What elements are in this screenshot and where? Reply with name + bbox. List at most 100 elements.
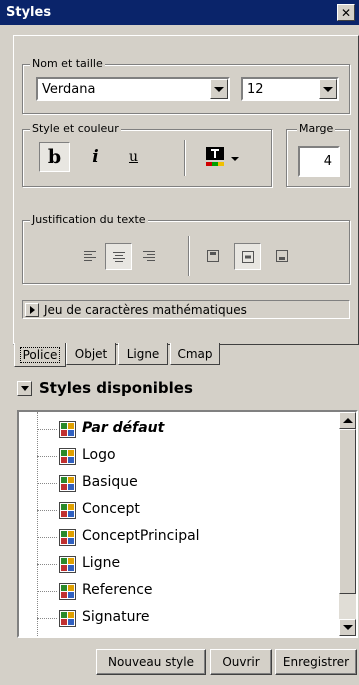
valign-top-button[interactable] <box>201 244 225 268</box>
chevron-down-icon <box>231 151 239 164</box>
save-button[interactable]: Enregistrer <box>275 649 357 675</box>
math-charset-expander[interactable]: Jeu de caractères mathématiques <box>22 300 350 319</box>
toolbar-separator <box>184 140 186 176</box>
styles-list[interactable]: Par défaut Logo Basique Concept ConceptPrinc… <box>17 410 358 638</box>
align-center-button[interactable] <box>105 243 132 270</box>
list-item[interactable]: Par défaut <box>19 416 341 443</box>
scroll-down-icon[interactable] <box>339 619 356 636</box>
margin-input[interactable]: 4 <box>298 146 340 177</box>
style-icon <box>59 421 76 438</box>
new-style-button[interactable]: Nouveau style <box>96 649 206 675</box>
tree-connector <box>37 537 57 538</box>
list-item[interactable]: Basique <box>19 470 341 497</box>
list-item[interactable]: Signature <box>19 605 341 632</box>
style-name: Concept <box>82 501 140 517</box>
list-item[interactable]: Concept <box>19 497 341 524</box>
tab-objet-label: Objet <box>74 346 108 361</box>
style-icon <box>59 475 76 492</box>
title-bar: Styles ✕ <box>0 0 359 25</box>
justify-separator <box>188 236 190 276</box>
tab-police-label: Police <box>19 346 61 363</box>
list-item[interactable]: Traduction <box>19 632 341 638</box>
bold-icon: b <box>47 146 62 168</box>
tree-connector <box>37 483 57 484</box>
tree-connector <box>37 564 57 565</box>
window-title: Styles <box>6 5 52 20</box>
style-name: Ligne <box>82 555 121 571</box>
tree-connector <box>37 456 57 457</box>
margin-group-legend: Marge <box>297 122 336 135</box>
margin-value: 4 <box>323 154 332 169</box>
align-center-icon <box>112 251 125 262</box>
valign-bottom-button[interactable] <box>270 244 294 268</box>
tree-connector <box>37 429 57 430</box>
valign-bottom-icon <box>276 250 288 262</box>
justify-group: Justification du texte <box>22 213 350 284</box>
font-name-value: Verdana <box>42 81 96 97</box>
bold-button[interactable]: b <box>39 142 70 172</box>
list-item[interactable]: Ligne <box>19 551 341 578</box>
text-color-button[interactable] <box>197 142 247 172</box>
tab-police[interactable]: Police <box>14 343 66 367</box>
style-icon <box>59 583 76 600</box>
text-color-icon <box>205 146 227 168</box>
style-name: Reference <box>82 582 153 598</box>
scroll-thumb[interactable] <box>339 429 356 594</box>
chevron-down-icon[interactable] <box>210 79 228 99</box>
expand-arrow-icon <box>25 302 39 317</box>
list-item[interactable]: Reference <box>19 578 341 605</box>
style-icon <box>59 556 76 573</box>
underline-button[interactable]: u <box>118 142 149 172</box>
style-icon <box>59 637 76 638</box>
tab-ligne-label: Ligne <box>126 346 160 361</box>
style-name: Basique <box>82 474 138 490</box>
available-styles-title: Styles disponibles <box>39 379 193 397</box>
font-name-select[interactable]: Verdana <box>36 77 230 101</box>
align-left-icon <box>84 251 96 261</box>
chevron-down-icon[interactable] <box>319 79 337 99</box>
scroll-up-icon[interactable] <box>339 412 356 429</box>
style-name: ConceptPrincipal <box>82 528 200 544</box>
style-icon <box>59 502 76 519</box>
new-style-label: Nouveau style <box>108 655 194 669</box>
open-label: Ouvrir <box>222 655 260 669</box>
font-size-value: 12 <box>247 81 264 97</box>
valign-middle-icon <box>241 250 254 263</box>
close-button[interactable]: ✕ <box>337 4 355 21</box>
style-icon <box>59 448 76 465</box>
align-right-button[interactable] <box>137 244 161 268</box>
font-size-select[interactable]: 12 <box>241 77 339 101</box>
list-item[interactable]: ConceptPrincipal <box>19 524 341 551</box>
math-charset-label: Jeu de caractères mathématiques <box>44 302 247 317</box>
tree-connector <box>37 618 57 619</box>
list-item[interactable]: Logo <box>19 443 341 470</box>
available-styles-header[interactable]: Styles disponibles <box>17 378 193 398</box>
style-name: Logo <box>82 447 116 463</box>
close-icon: ✕ <box>340 5 352 20</box>
tab-cmap[interactable]: Cmap <box>170 343 220 365</box>
tree-connector <box>37 591 57 592</box>
align-right-icon <box>143 251 155 261</box>
style-icon <box>59 529 76 546</box>
styles-scrollbar[interactable] <box>339 412 356 636</box>
italic-icon: i <box>92 147 99 167</box>
font-group-legend: Nom et taille <box>30 57 105 70</box>
style-name: Signature <box>82 609 150 625</box>
style-name: Par défaut <box>82 420 165 436</box>
tree-connector <box>37 510 57 511</box>
tab-objet[interactable]: Objet <box>66 343 116 365</box>
valign-top-icon <box>207 250 219 262</box>
open-button[interactable]: Ouvrir <box>210 649 272 675</box>
style-name: Traduction <box>82 636 155 638</box>
underline-icon: u <box>128 149 139 165</box>
italic-button[interactable]: i <box>80 142 111 172</box>
save-label: Enregistrer <box>282 655 350 669</box>
chevron-down-icon <box>17 380 32 396</box>
tab-cmap-label: Cmap <box>177 346 213 361</box>
style-group-legend: Style et couleur <box>30 122 121 135</box>
justify-group-legend: Justification du texte <box>30 213 148 226</box>
valign-middle-button[interactable] <box>234 243 261 270</box>
tab-ligne[interactable]: Ligne <box>118 343 168 365</box>
style-icon <box>59 610 76 627</box>
align-left-button[interactable] <box>78 244 102 268</box>
